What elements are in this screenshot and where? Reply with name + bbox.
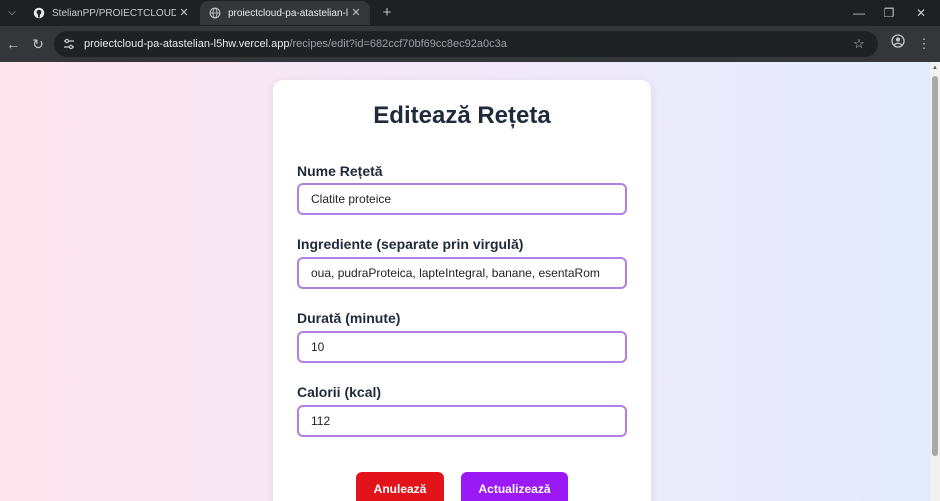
- window-close-icon[interactable]: ✕: [904, 0, 938, 26]
- close-icon[interactable]: ✕: [348, 5, 364, 21]
- ingredients-label: Ingrediente (separate prin virgulă): [297, 236, 524, 252]
- url-path: /recipes/edit?id=682ccf70bf69cc8ec92a0c3…: [289, 38, 507, 50]
- tab-search-icon[interactable]: ⌵: [4, 5, 20, 21]
- site-info-icon[interactable]: [62, 37, 76, 51]
- update-button[interactable]: Actualizează: [461, 472, 568, 501]
- url-host: proiectcloud-pa-atastelian-l5hw.vercel.a…: [84, 38, 290, 50]
- scrollbar[interactable]: ▲: [930, 62, 940, 501]
- minimize-icon[interactable]: —: [842, 0, 876, 26]
- browser-toolbar: ← ↻ proiectcloud-pa-atastelian-l5hw.verc…: [0, 26, 940, 62]
- menu-kebab-icon[interactable]: ⋮: [914, 34, 934, 54]
- tab-title: StelianPP/PROIECTCLOUD_PA-A: [52, 7, 176, 19]
- recipe-name-input[interactable]: [297, 183, 627, 215]
- calories-label: Calorii (kcal): [297, 384, 382, 400]
- tab-github[interactable]: StelianPP/PROIECTCLOUD_PA-A ✕: [24, 1, 198, 25]
- github-icon: [32, 6, 46, 20]
- ingredients-input[interactable]: [297, 257, 627, 289]
- scroll-up-icon[interactable]: ▲: [932, 65, 938, 71]
- scrollbar-thumb[interactable]: [932, 76, 938, 456]
- duration-label: Durată (minute): [297, 310, 401, 326]
- page-title: Editează Rețeta: [373, 102, 551, 129]
- reload-icon[interactable]: ↻: [27, 33, 49, 55]
- url-text: proiectcloud-pa-atastelian-l5hw.vercel.a…: [84, 31, 507, 57]
- profile-icon[interactable]: [888, 34, 908, 54]
- address-bar[interactable]: proiectcloud-pa-atastelian-l5hw.vercel.a…: [54, 31, 878, 57]
- globe-icon: [208, 6, 222, 20]
- tab-strip: ⌵ StelianPP/PROIECTCLOUD_PA-A ✕ proiectc…: [0, 0, 940, 26]
- tab-title: proiectcloud-pa-atastelian-l5hw: [228, 7, 348, 19]
- bookmark-star-icon[interactable]: ☆: [850, 35, 868, 53]
- page-viewport: Editează Rețeta Nume Rețetă Ingrediente …: [0, 62, 940, 501]
- calories-input[interactable]: [297, 405, 627, 437]
- new-tab-icon[interactable]: +: [378, 4, 396, 22]
- recipe-name-label: Nume Rețetă: [297, 163, 383, 179]
- duration-input[interactable]: [297, 331, 627, 363]
- cancel-button[interactable]: Anulează: [356, 472, 444, 501]
- restore-icon[interactable]: ❐: [872, 0, 906, 26]
- tab-app[interactable]: proiectcloud-pa-atastelian-l5hw ✕: [200, 1, 370, 25]
- edit-recipe-card: Editează Rețeta Nume Rețetă Ingrediente …: [273, 80, 651, 501]
- back-icon[interactable]: ←: [2, 33, 24, 55]
- close-icon[interactable]: ✕: [176, 5, 192, 21]
